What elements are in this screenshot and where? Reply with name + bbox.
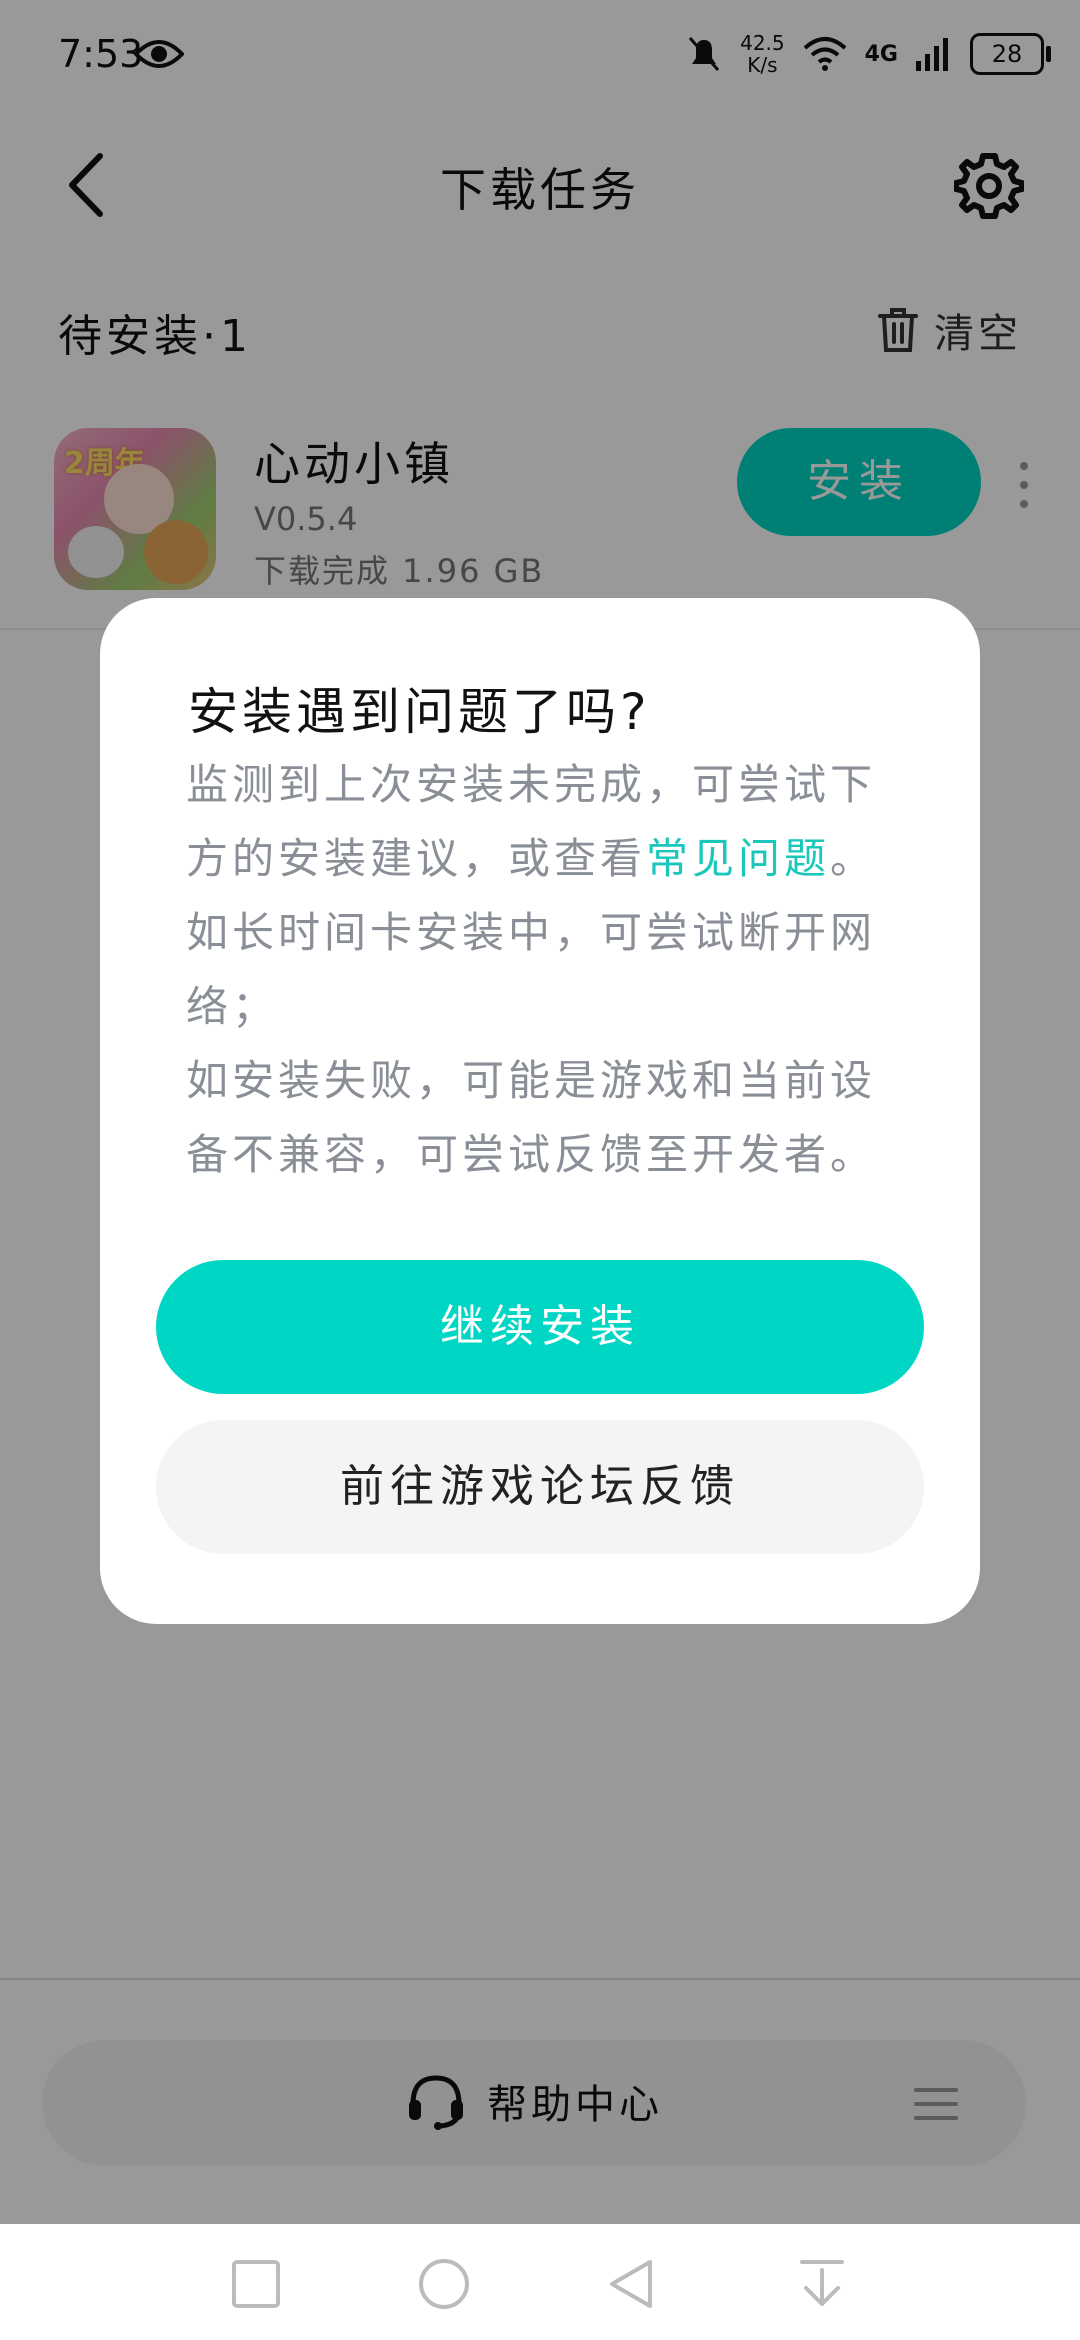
forum-feedback-button[interactable]: 前往游戏论坛反馈 bbox=[156, 1420, 924, 1554]
recents-square-icon[interactable] bbox=[228, 2256, 284, 2312]
dialog-title: 安装遇到问题了吗? bbox=[188, 683, 651, 741]
dialog-body: 监测到上次安装未完成，可尝试下方的安装建议，或查看常见问题。 如长时间卡安装中，… bbox=[186, 748, 906, 1192]
continue-install-button[interactable]: 继续安装 bbox=[156, 1260, 924, 1394]
notification-pull-down-icon[interactable] bbox=[794, 2256, 850, 2312]
back-triangle-icon[interactable] bbox=[604, 2256, 660, 2312]
dialog-paragraph: 如长时间卡安装中，可尝试断开网络； bbox=[186, 908, 877, 1031]
dialog-paragraph: 监测到上次安装未完成，可尝试下方的安装建议，或查看常见问题。 bbox=[186, 748, 906, 896]
faq-link[interactable]: 常见问题 bbox=[646, 834, 830, 883]
dialog-text: 。 bbox=[830, 834, 877, 883]
home-circle-icon[interactable] bbox=[416, 2256, 472, 2312]
dialog-paragraph: 如安装失败，可能是游戏和当前设备不兼容，可尝试反馈至开发者。 bbox=[186, 1056, 877, 1179]
install-problem-dialog: 安装遇到问题了吗? 监测到上次安装未完成，可尝试下方的安装建议，或查看常见问题。… bbox=[100, 598, 980, 1624]
system-nav-bar bbox=[0, 2224, 1080, 2340]
